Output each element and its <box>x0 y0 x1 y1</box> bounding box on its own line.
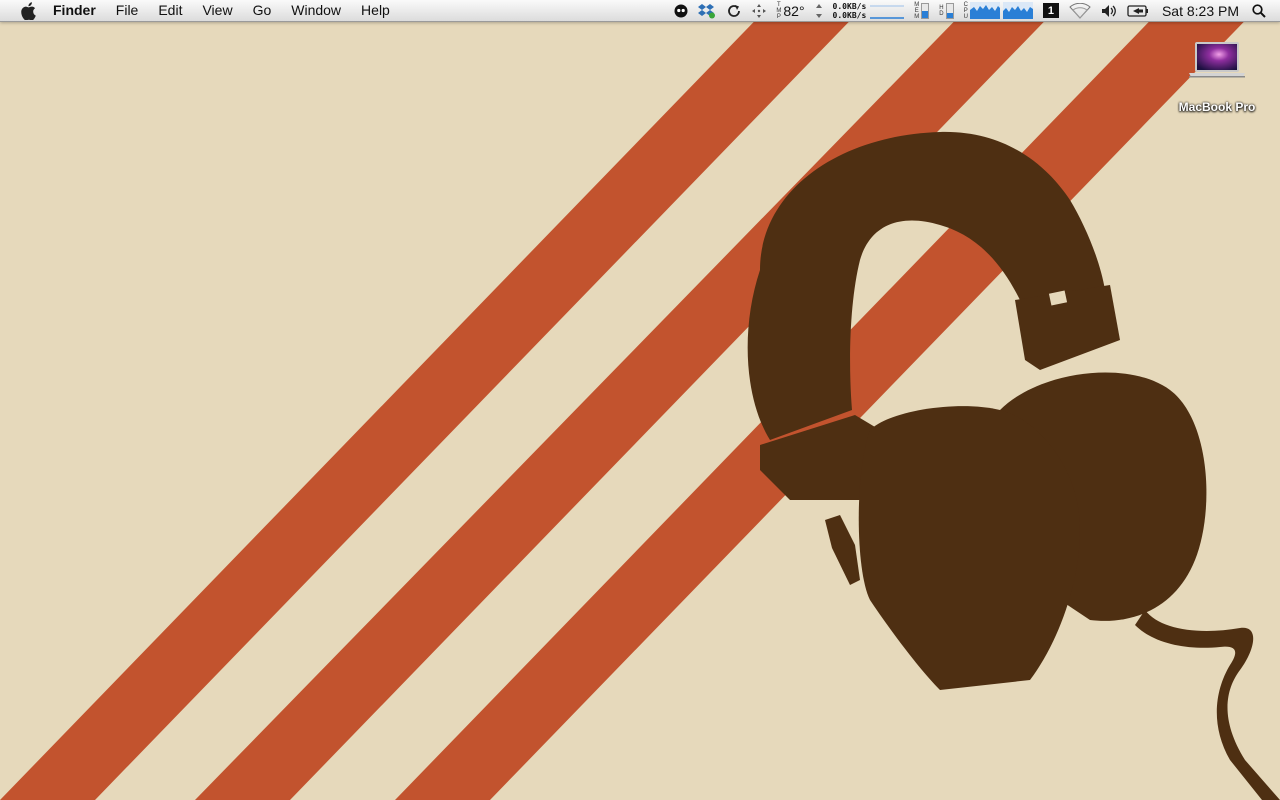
menu-clock[interactable]: Sat 8:23 PM <box>1154 0 1247 21</box>
menu-go[interactable]: Go <box>243 0 282 21</box>
network-graph <box>870 5 905 19</box>
temperature-value: 82° <box>783 2 805 19</box>
cpu-label-char: U <box>963 13 968 20</box>
apple-menu-icon[interactable] <box>19 1 37 20</box>
network-down-rate: 0.0KB/s <box>832 10 867 20</box>
growl-icon[interactable] <box>669 0 693 21</box>
mem-label: M E M <box>914 2 919 20</box>
menu-window[interactable]: Window <box>281 0 351 21</box>
volume-icon[interactable] <box>1096 0 1122 21</box>
desktop-icon-label: MacBook Pro <box>1178 100 1256 114</box>
disk-monitor[interactable]: H D <box>934 0 958 21</box>
cpu-label: C P U <box>964 2 968 20</box>
cpu-monitor[interactable]: C P U <box>959 0 1038 21</box>
desktop-icon-macbook-pro[interactable]: MacBook Pro <box>1170 40 1264 114</box>
cpu-graph-1 <box>969 2 1000 19</box>
mem-label-char: M <box>914 13 920 20</box>
menu-app-finder[interactable]: Finder <box>53 0 106 21</box>
menu-help[interactable]: Help <box>351 0 400 21</box>
spotlight-search-icon[interactable] <box>1247 0 1280 21</box>
sync-icon[interactable] <box>721 0 747 21</box>
temp-label-char: P <box>776 13 781 20</box>
dropbox-icon[interactable] <box>693 0 721 21</box>
move-arrows-icon[interactable] <box>747 0 771 21</box>
network-monitor[interactable]: 0.0KB/s 0.0KB/s <box>828 0 910 21</box>
menu-edit[interactable]: Edit <box>148 0 192 21</box>
memory-meter-fill <box>922 11 929 18</box>
battery-icon[interactable] <box>1122 0 1154 21</box>
memory-meter <box>921 2 930 19</box>
hd-label-char: D <box>939 10 944 17</box>
cpu-graph-2 <box>1002 2 1033 19</box>
spaces-indicator[interactable]: 1 <box>1038 0 1064 21</box>
menu-view[interactable]: View <box>192 0 242 21</box>
wallpaper <box>0 0 1280 800</box>
disk-meter <box>945 2 954 19</box>
temperature-monitor[interactable]: T M P 82° <box>771 0 809 21</box>
menu-bar: Finder File Edit View Go Window Help T M… <box>0 0 1280 22</box>
network-arrows-icon <box>810 0 828 21</box>
status-area: T M P 82° 0.0KB/s 0.0KB/s M E M H D C P … <box>669 0 1280 21</box>
laptop-icon <box>1189 42 1245 78</box>
desktop[interactable]: Finder File Edit View Go Window Help T M… <box>0 0 1280 800</box>
network-up-rate: 0.0KB/s <box>832 1 867 11</box>
memory-monitor[interactable]: M E M <box>909 0 934 21</box>
space-number: 1 <box>1042 3 1059 18</box>
wifi-icon[interactable] <box>1064 0 1096 21</box>
menu-file[interactable]: File <box>106 0 149 21</box>
disk-meter-fill <box>946 12 953 18</box>
hd-label: H D <box>939 5 943 17</box>
temp-label: T M P <box>776 2 781 20</box>
